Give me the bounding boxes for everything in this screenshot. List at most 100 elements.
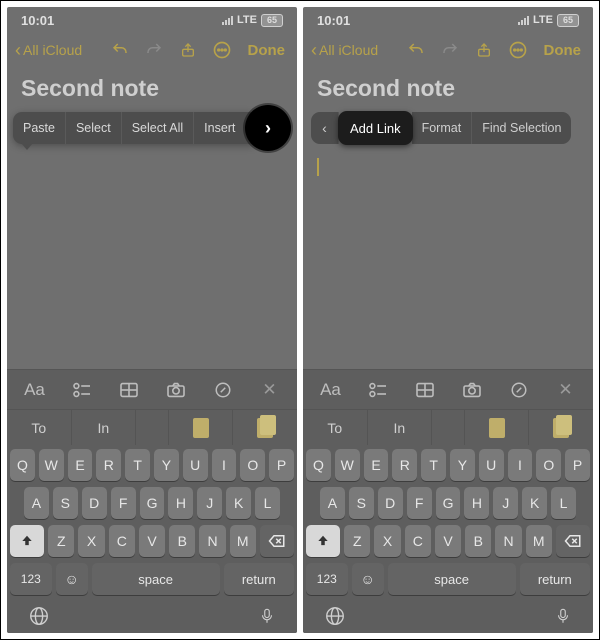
- predictive-empty[interactable]: [432, 410, 465, 445]
- chevron-right-icon[interactable]: ›: [265, 118, 271, 139]
- key-w[interactable]: W: [39, 449, 64, 481]
- back-button[interactable]: ‹ All iCloud: [15, 41, 82, 59]
- key-t[interactable]: T: [125, 449, 150, 481]
- key-y[interactable]: Y: [450, 449, 475, 481]
- key-r[interactable]: R: [96, 449, 121, 481]
- key-f[interactable]: F: [111, 487, 136, 519]
- checklist-button[interactable]: [58, 370, 105, 409]
- paste-button[interactable]: Paste: [13, 112, 66, 144]
- close-toolbar-button[interactable]: ✕: [542, 370, 589, 409]
- key-o[interactable]: O: [536, 449, 561, 481]
- dictation-key[interactable]: [258, 605, 276, 627]
- key-s[interactable]: S: [53, 487, 78, 519]
- key-b[interactable]: B: [465, 525, 491, 557]
- key-i[interactable]: I: [508, 449, 533, 481]
- delete-key[interactable]: [556, 525, 590, 557]
- key-a[interactable]: A: [320, 487, 345, 519]
- key-h[interactable]: H: [464, 487, 489, 519]
- globe-key[interactable]: [28, 605, 50, 627]
- return-key[interactable]: return: [224, 563, 294, 595]
- insert-button[interactable]: Insert: [194, 112, 245, 144]
- dictation-key[interactable]: [554, 605, 572, 627]
- key-v[interactable]: V: [139, 525, 165, 557]
- add-link-button[interactable]: Add Link: [338, 111, 413, 145]
- done-button[interactable]: Done: [244, 42, 290, 59]
- key-q[interactable]: Q: [10, 449, 35, 481]
- key-h[interactable]: H: [168, 487, 193, 519]
- more-button[interactable]: [506, 38, 530, 62]
- key-n[interactable]: N: [199, 525, 225, 557]
- key-z[interactable]: Z: [344, 525, 370, 557]
- key-j[interactable]: J: [493, 487, 518, 519]
- undo-button[interactable]: [404, 38, 428, 62]
- key-k[interactable]: K: [522, 487, 547, 519]
- predictive-left[interactable]: To: [303, 410, 368, 445]
- camera-button[interactable]: [448, 370, 495, 409]
- camera-button[interactable]: [152, 370, 199, 409]
- note-title[interactable]: Second note: [7, 67, 297, 112]
- key-d[interactable]: D: [378, 487, 403, 519]
- emoji-key[interactable]: ☺: [56, 563, 88, 595]
- key-e[interactable]: E: [364, 449, 389, 481]
- menu-prev-arrow[interactable]: ‹: [311, 112, 339, 144]
- text-format-button[interactable]: Aa: [11, 370, 58, 409]
- predictive-center[interactable]: In: [368, 410, 433, 445]
- key-m[interactable]: M: [526, 525, 552, 557]
- table-button[interactable]: [105, 370, 152, 409]
- select-all-button[interactable]: Select All: [122, 112, 194, 144]
- sticker-1[interactable]: [169, 410, 234, 445]
- more-button[interactable]: [210, 38, 234, 62]
- space-key[interactable]: space: [92, 563, 220, 595]
- key-u[interactable]: U: [479, 449, 504, 481]
- key-r[interactable]: R: [392, 449, 417, 481]
- format-button[interactable]: Format: [412, 112, 473, 144]
- key-j[interactable]: J: [197, 487, 222, 519]
- key-a[interactable]: A: [24, 487, 49, 519]
- done-button[interactable]: Done: [540, 42, 586, 59]
- undo-button[interactable]: [108, 38, 132, 62]
- key-i[interactable]: I: [212, 449, 237, 481]
- note-body[interactable]: [303, 152, 593, 369]
- share-button[interactable]: [472, 38, 496, 62]
- key-s[interactable]: S: [349, 487, 374, 519]
- shift-key[interactable]: [306, 525, 340, 557]
- key-v[interactable]: V: [435, 525, 461, 557]
- predictive-center[interactable]: In: [72, 410, 137, 445]
- space-key[interactable]: space: [388, 563, 516, 595]
- back-button[interactable]: ‹ All iCloud: [311, 41, 378, 59]
- note-body[interactable]: [7, 152, 297, 369]
- key-t[interactable]: T: [421, 449, 446, 481]
- key-u[interactable]: U: [183, 449, 208, 481]
- key-o[interactable]: O: [240, 449, 265, 481]
- table-button[interactable]: [401, 370, 448, 409]
- markup-button[interactable]: [199, 370, 246, 409]
- shift-key[interactable]: [10, 525, 44, 557]
- delete-key[interactable]: [260, 525, 294, 557]
- key-e[interactable]: E: [68, 449, 93, 481]
- emoji-key[interactable]: ☺: [352, 563, 384, 595]
- key-q[interactable]: Q: [306, 449, 331, 481]
- text-format-button[interactable]: Aa: [307, 370, 354, 409]
- key-x[interactable]: X: [374, 525, 400, 557]
- sticker-1[interactable]: [465, 410, 530, 445]
- key-c[interactable]: C: [405, 525, 431, 557]
- key-c[interactable]: C: [109, 525, 135, 557]
- key-g[interactable]: G: [140, 487, 165, 519]
- select-button[interactable]: Select: [66, 112, 122, 144]
- key-b[interactable]: B: [169, 525, 195, 557]
- key-l[interactable]: L: [255, 487, 280, 519]
- key-f[interactable]: F: [407, 487, 432, 519]
- note-title[interactable]: Second note: [303, 67, 593, 112]
- key-z[interactable]: Z: [48, 525, 74, 557]
- predictive-left[interactable]: To: [7, 410, 72, 445]
- sticker-2[interactable]: [529, 410, 593, 445]
- numbers-key[interactable]: 123: [306, 563, 348, 595]
- return-key[interactable]: return: [520, 563, 590, 595]
- key-p[interactable]: P: [565, 449, 590, 481]
- globe-key[interactable]: [324, 605, 346, 627]
- key-m[interactable]: M: [230, 525, 256, 557]
- numbers-key[interactable]: 123: [10, 563, 52, 595]
- key-w[interactable]: W: [335, 449, 360, 481]
- key-p[interactable]: P: [269, 449, 294, 481]
- key-n[interactable]: N: [495, 525, 521, 557]
